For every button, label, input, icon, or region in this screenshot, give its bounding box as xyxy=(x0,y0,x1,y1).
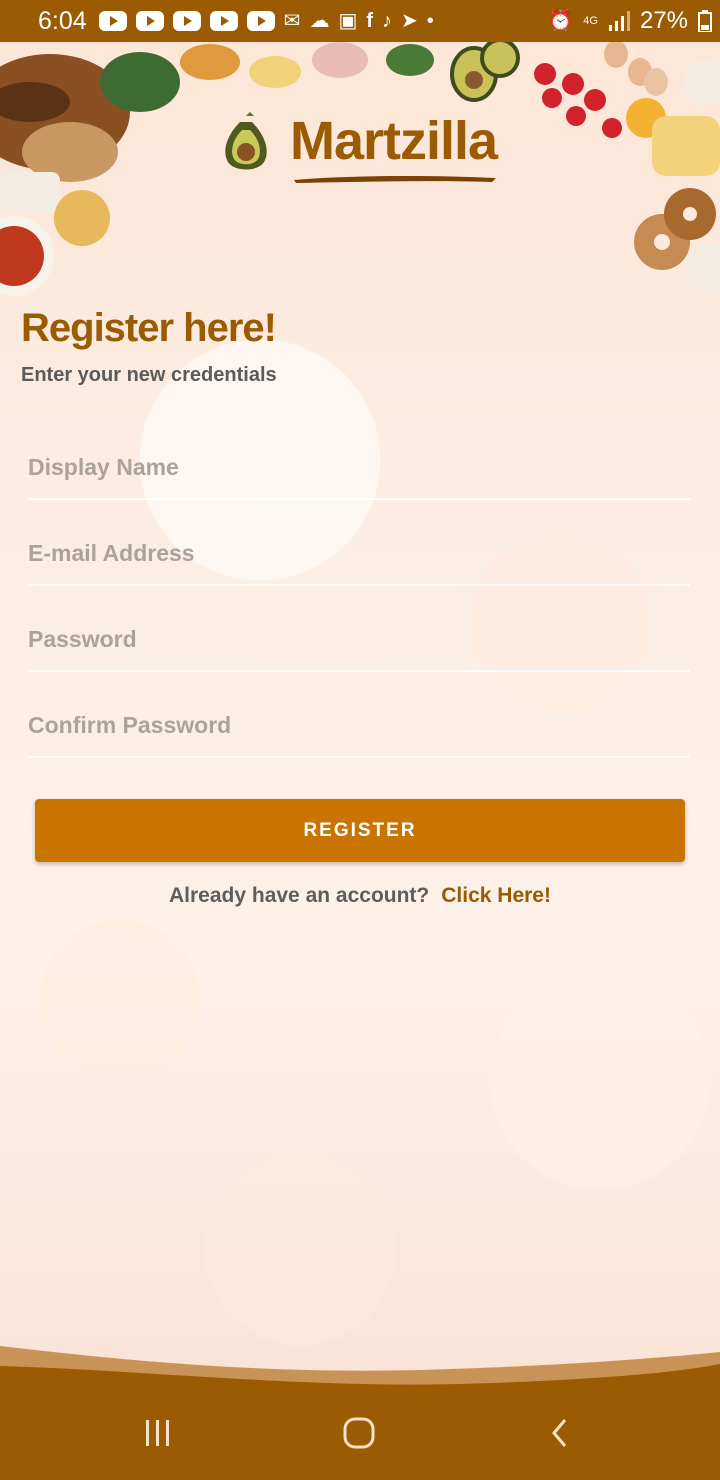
android-nav-bar xyxy=(0,1388,720,1480)
eggs-image xyxy=(604,42,628,68)
telegram-icon: ➤ xyxy=(401,10,418,32)
network-type: 4G xyxy=(583,14,598,27)
brand-name: Martzilla xyxy=(290,111,498,171)
page-title: Register here! xyxy=(21,306,277,350)
page-subtitle: Enter your new credentials xyxy=(21,364,277,386)
mail-icon: ✉ xyxy=(283,10,301,32)
strawberry-image xyxy=(534,63,556,85)
home-icon xyxy=(343,1417,375,1449)
login-prompt-text: Already have an account? xyxy=(169,884,430,907)
status-time: 6:04 xyxy=(38,6,87,35)
status-right: ⏰ 4G 27% xyxy=(548,0,712,42)
recent-apps-icon xyxy=(146,1420,169,1446)
recent-apps-button[interactable] xyxy=(128,1408,188,1458)
cloud-icon: ☁ xyxy=(309,10,330,32)
password-field[interactable] xyxy=(28,610,690,672)
bottom-wave-decoration xyxy=(0,1346,720,1390)
youtube-icon xyxy=(135,11,164,31)
kale-image xyxy=(100,52,180,112)
pasta-image xyxy=(54,190,110,246)
status-bar: 6:04 ✉ ☁ ▣ f ♪ ➤ • ⏰ 4G 27% xyxy=(0,0,720,42)
battery-percent: 27% xyxy=(639,7,688,34)
notification-icons: ✉ ☁ ▣ f ♪ ➤ • xyxy=(98,10,434,32)
youtube-icon xyxy=(98,11,127,31)
back-icon xyxy=(552,1419,567,1447)
brand-logo: Martzilla xyxy=(218,104,518,194)
confirm-password-input[interactable] xyxy=(28,696,690,754)
battery-icon xyxy=(698,10,712,32)
register-button[interactable]: REGISTER xyxy=(35,799,685,862)
email-input[interactable] xyxy=(28,524,690,582)
display-name-field[interactable] xyxy=(28,438,690,500)
yogurt-image xyxy=(686,242,720,294)
milk-jug-image xyxy=(652,116,720,176)
youtube-icon xyxy=(172,11,201,31)
photos-icon: ▣ xyxy=(338,10,358,32)
confirm-password-field[interactable] xyxy=(28,696,690,758)
login-link[interactable]: Click Here! xyxy=(441,884,551,907)
email-field[interactable] xyxy=(28,524,690,586)
password-input[interactable] xyxy=(28,610,690,668)
home-button[interactable] xyxy=(329,1408,389,1458)
youtube-icon xyxy=(246,11,275,31)
signal-icon xyxy=(608,11,630,31)
youtube-icon xyxy=(209,11,238,31)
dot-icon: • xyxy=(426,10,434,32)
facebook-icon: f xyxy=(366,10,374,32)
back-button[interactable] xyxy=(530,1408,590,1458)
display-name-input[interactable] xyxy=(28,438,690,496)
login-prompt: Already have an account? Click Here! xyxy=(0,884,720,908)
milk-bottle-image xyxy=(0,172,60,212)
alarm-icon: ⏰ xyxy=(548,10,574,32)
brand-underline xyxy=(294,175,496,183)
tiktok-icon: ♪ xyxy=(382,10,393,32)
avocado-logo-icon xyxy=(225,112,267,170)
